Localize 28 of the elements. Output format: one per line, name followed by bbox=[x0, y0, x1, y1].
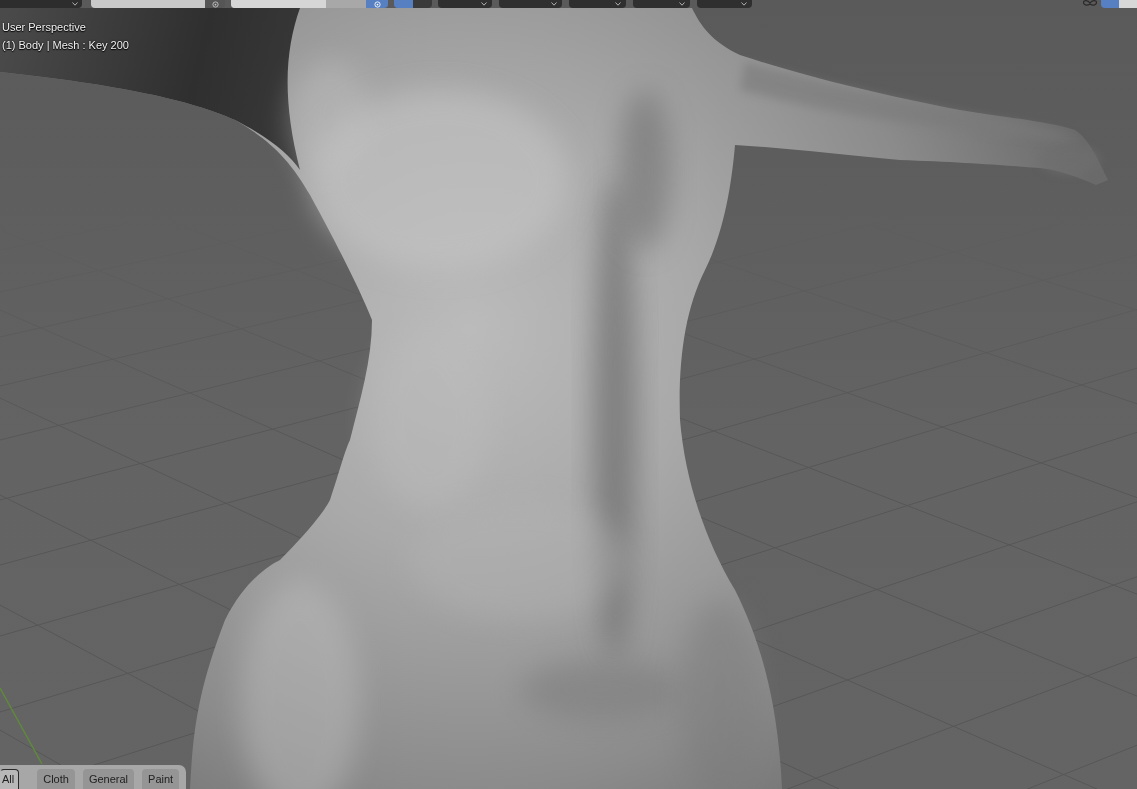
tab[interactable]: Cloth bbox=[37, 769, 75, 789]
dropdown-button[interactable] bbox=[0, 0, 82, 8]
toggle-button[interactable] bbox=[1119, 0, 1137, 8]
ring-toggle-button[interactable] bbox=[366, 0, 388, 8]
caret-icon bbox=[481, 2, 487, 6]
menu-button[interactable] bbox=[633, 0, 690, 8]
toggle-button[interactable] bbox=[1101, 0, 1119, 8]
caret-icon bbox=[679, 2, 685, 6]
tab[interactable]: General bbox=[82, 769, 135, 789]
tab[interactable]: All bbox=[0, 769, 20, 789]
caret-icon bbox=[551, 2, 557, 6]
caret-icon bbox=[72, 2, 78, 6]
menu-button[interactable] bbox=[438, 0, 492, 8]
menu-button[interactable] bbox=[697, 0, 752, 8]
toggle-button[interactable] bbox=[413, 0, 432, 8]
infinity-icon[interactable] bbox=[1083, 0, 1097, 7]
menu-button[interactable] bbox=[569, 0, 626, 8]
number-field[interactable] bbox=[91, 0, 205, 8]
menu-button[interactable] bbox=[499, 0, 562, 8]
caret-icon bbox=[615, 2, 621, 6]
ring-icon bbox=[211, 0, 219, 8]
toggle-button[interactable] bbox=[394, 0, 413, 8]
view-name-label: User Perspective bbox=[2, 20, 86, 35]
caret-icon bbox=[741, 2, 747, 6]
object-info-label: (1) Body | Mesh : Key 200 bbox=[2, 38, 129, 53]
ring-toggle-button[interactable] bbox=[205, 0, 225, 8]
ring-icon bbox=[373, 0, 381, 8]
tab[interactable]: Paint bbox=[142, 769, 180, 789]
